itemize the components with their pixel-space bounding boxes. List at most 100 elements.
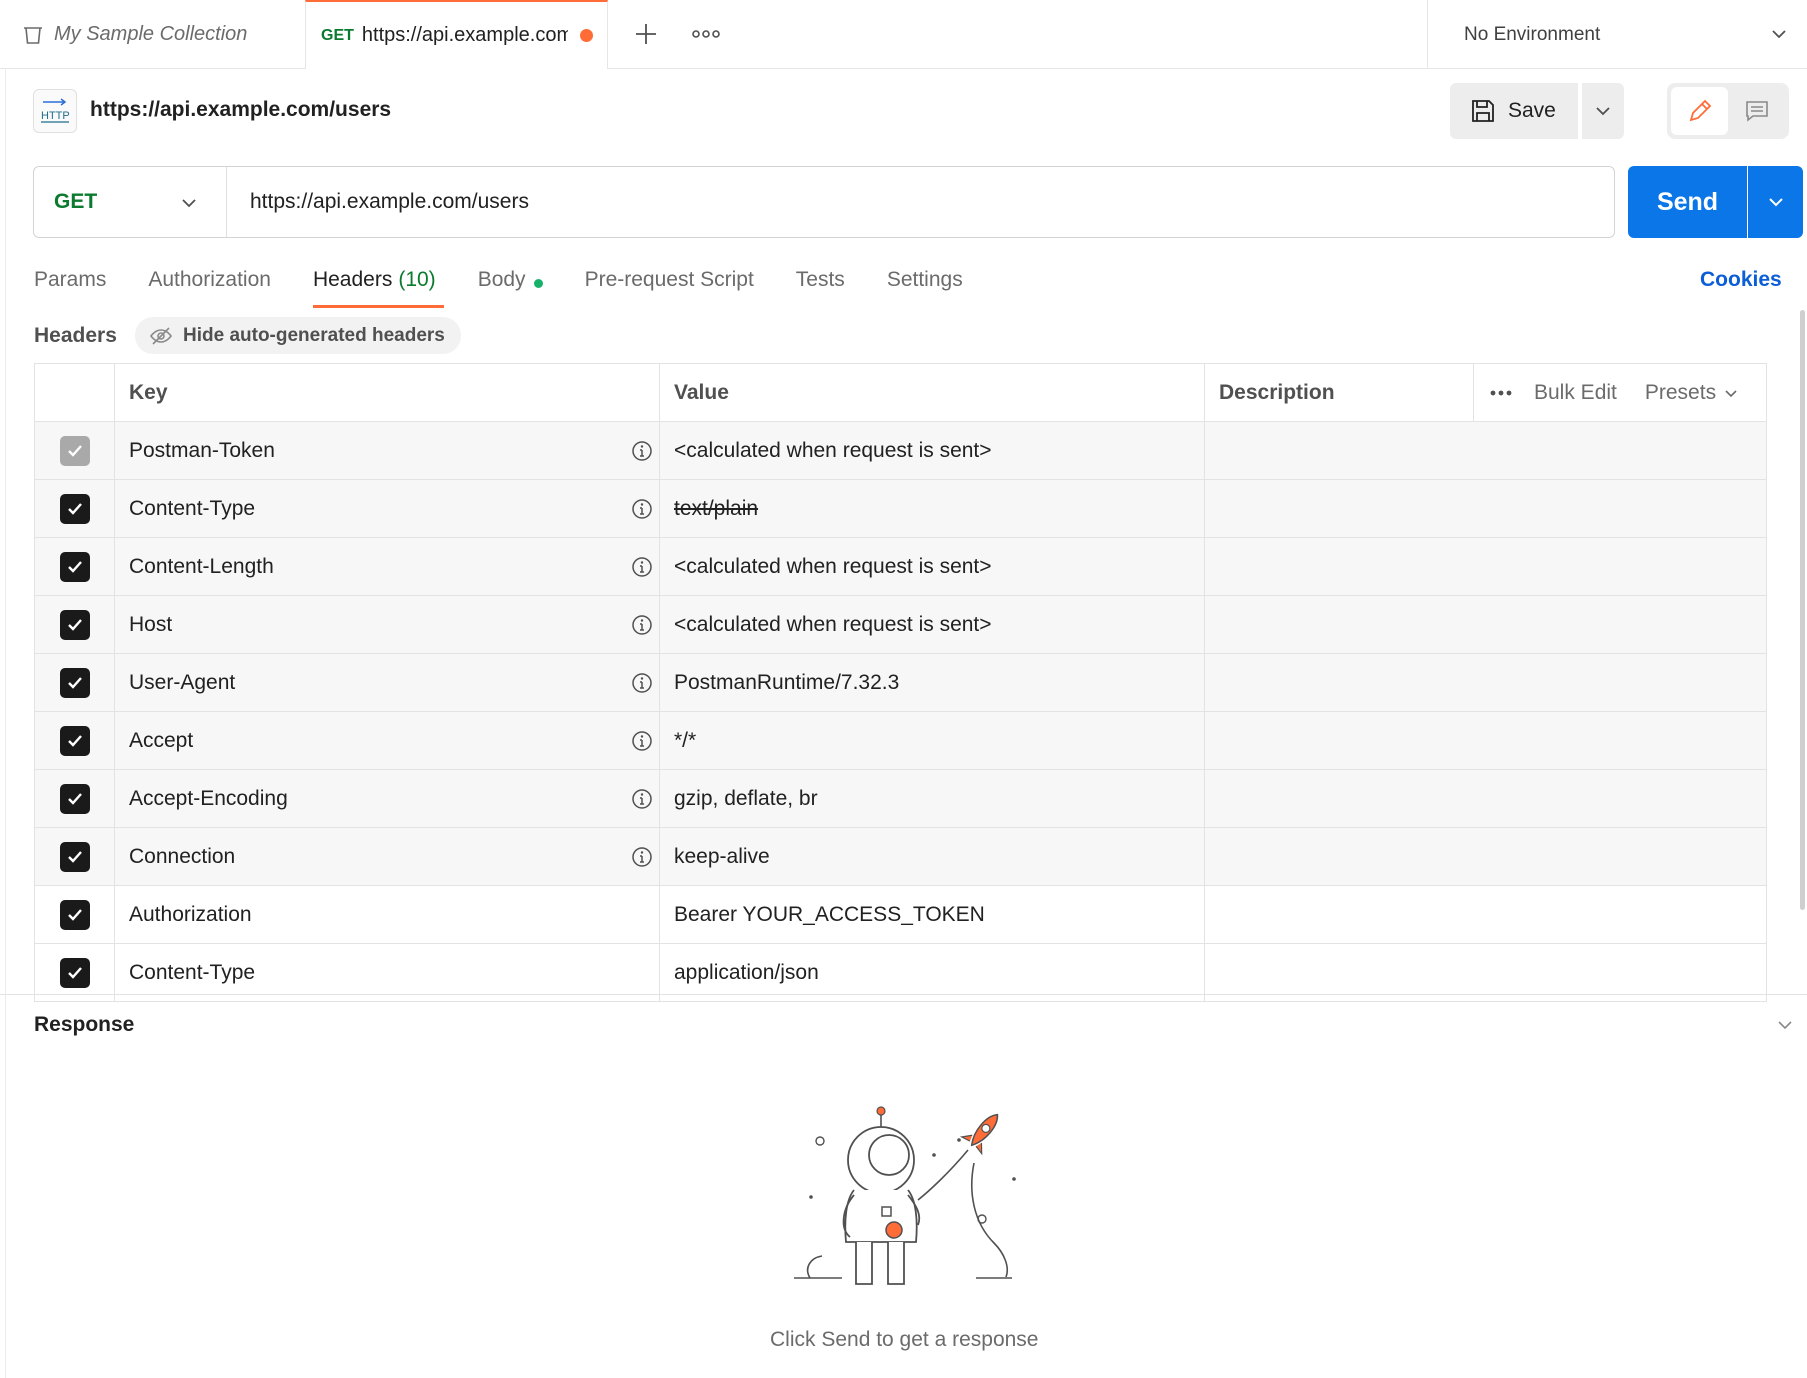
http-label: HTTP — [41, 110, 70, 122]
row-key-cell[interactable]: User-Agent — [115, 654, 660, 711]
row-value-cell[interactable]: */* — [660, 712, 1205, 769]
bulk-edit-button[interactable]: Bulk Edit — [1534, 381, 1617, 405]
row-value-cell[interactable]: gzip, deflate, br — [660, 770, 1205, 827]
row-checkbox[interactable] — [59, 783, 90, 814]
row-value-cell[interactable]: <calculated when request is sent> — [660, 538, 1205, 595]
send-options-button[interactable] — [1748, 166, 1803, 238]
request-title[interactable]: https://api.example.com/users — [90, 98, 391, 122]
row-description-cell[interactable] — [1205, 654, 1767, 711]
row-checkbox[interactable] — [59, 667, 90, 698]
info-icon[interactable] — [631, 672, 653, 694]
row-value-cell[interactable]: Bearer YOUR_ACCESS_TOKEN — [660, 886, 1205, 943]
row-description-cell[interactable] — [1205, 712, 1767, 769]
info-icon[interactable] — [631, 846, 653, 868]
table-row: Host <calculated when request is sent> — [34, 596, 1767, 654]
table-body: Postman-Token <calculated when request i… — [34, 422, 1767, 1002]
row-value: PostmanRuntime/7.32.3 — [674, 670, 900, 694]
info-icon[interactable] — [631, 788, 653, 810]
tab-collection[interactable]: My Sample Collection — [0, 0, 305, 69]
environment-selector[interactable]: No Environment — [1427, 0, 1807, 69]
row-checkbox[interactable] — [59, 435, 90, 466]
tab-method: GET — [321, 26, 354, 44]
method-select[interactable]: GET — [34, 167, 227, 237]
tab-authorization[interactable]: Authorization — [148, 262, 271, 308]
more-options-button[interactable] — [1490, 390, 1512, 396]
more-tabs-button[interactable] — [686, 14, 726, 54]
checkmark-icon — [67, 502, 82, 515]
tab-tests[interactable]: Tests — [796, 262, 845, 308]
row-checkbox-cell — [34, 886, 115, 943]
row-key-cell[interactable]: Content-Length — [115, 538, 660, 595]
info-icon[interactable] — [631, 556, 653, 578]
row-key: Accept — [129, 728, 194, 752]
tab-params[interactable]: Params — [34, 262, 106, 308]
row-description-cell[interactable] — [1205, 828, 1767, 885]
url-input[interactable] — [227, 167, 1614, 237]
row-value-cell[interactable]: <calculated when request is sent> — [660, 422, 1205, 479]
row-key-cell[interactable]: Postman-Token — [115, 422, 660, 479]
info-icon[interactable] — [631, 498, 653, 520]
row-value-cell[interactable]: PostmanRuntime/7.32.3 — [660, 654, 1205, 711]
table-row: Accept */* — [34, 712, 1767, 770]
row-checkbox[interactable] — [59, 609, 90, 640]
tab-headers[interactable]: Headers (10) — [312, 262, 444, 308]
row-checkbox[interactable] — [59, 493, 90, 524]
new-tab-button[interactable] — [626, 14, 666, 54]
hide-auto-headers-button[interactable]: Hide auto-generated headers — [135, 317, 461, 354]
row-key-cell[interactable]: Accept — [115, 712, 660, 769]
row-key-cell[interactable]: Authorization — [115, 886, 660, 943]
chevron-down-icon — [182, 199, 196, 208]
checkmark-icon — [67, 908, 82, 921]
row-key-cell[interactable]: Host — [115, 596, 660, 653]
send-button[interactable]: Send — [1628, 166, 1747, 238]
row-checkbox-cell — [34, 596, 115, 653]
presets-dropdown[interactable]: Presets — [1645, 381, 1738, 405]
chevron-down-icon — [1725, 389, 1737, 397]
info-icon[interactable] — [631, 730, 653, 752]
row-value-cell[interactable]: text/plain — [660, 480, 1205, 537]
row-key: Connection — [129, 844, 236, 868]
row-description-cell[interactable] — [1205, 422, 1767, 479]
row-value: application/json — [674, 960, 819, 984]
row-key-cell[interactable]: Connection — [115, 828, 660, 885]
scrollbar[interactable] — [1800, 310, 1805, 910]
tab-body[interactable]: Body — [478, 262, 543, 308]
row-checkbox[interactable] — [59, 725, 90, 756]
row-key-cell[interactable]: Content-Type — [115, 944, 660, 1001]
row-key-cell[interactable]: Accept-Encoding — [115, 770, 660, 827]
row-checkbox[interactable] — [59, 841, 90, 872]
tab-request-active[interactable]: GET https://api.example.com/users — [305, 0, 608, 69]
collapse-response-chevron-icon[interactable] — [1776, 1016, 1794, 1034]
row-description-cell[interactable] — [1205, 944, 1767, 1001]
row-checkbox[interactable] — [59, 899, 90, 930]
eye-off-icon — [150, 326, 172, 345]
info-icon[interactable] — [631, 440, 653, 462]
row-value-cell[interactable]: keep-alive — [660, 828, 1205, 885]
tab-settings[interactable]: Settings — [887, 262, 963, 308]
save-button[interactable]: Save — [1450, 83, 1578, 139]
cookies-link[interactable]: Cookies — [1700, 268, 1782, 292]
row-description-cell[interactable] — [1205, 770, 1767, 827]
tab-label: Tests — [795, 268, 845, 291]
row-description-cell[interactable] — [1205, 480, 1767, 537]
row-key-cell[interactable]: Content-Type — [115, 480, 660, 537]
row-checkbox[interactable] — [59, 551, 90, 582]
row-checkbox[interactable] — [59, 957, 90, 988]
headers-table: Key Value Description Bulk Edit Presets … — [34, 363, 1767, 1002]
row-checkbox-cell — [34, 538, 115, 595]
column-key: Key — [115, 364, 660, 421]
row-description-cell[interactable] — [1205, 538, 1767, 595]
save-options-button[interactable] — [1582, 83, 1624, 139]
checkmark-icon — [67, 792, 82, 805]
row-description-cell[interactable] — [1205, 596, 1767, 653]
edit-mode-button[interactable] — [1671, 87, 1728, 135]
table-actions: Bulk Edit Presets — [1474, 364, 1767, 421]
response-title: Response — [34, 1013, 135, 1036]
row-description-cell[interactable] — [1205, 886, 1767, 943]
tab-pre-request-script[interactable]: Pre-request Script — [585, 262, 754, 308]
comments-button[interactable] — [1728, 87, 1785, 135]
info-icon[interactable] — [631, 614, 653, 636]
table-row: Authorization Bearer YOUR_ACCESS_TOKEN — [34, 886, 1767, 944]
row-value-cell[interactable]: <calculated when request is sent> — [660, 596, 1205, 653]
row-value-cell[interactable]: application/json — [660, 944, 1205, 1001]
